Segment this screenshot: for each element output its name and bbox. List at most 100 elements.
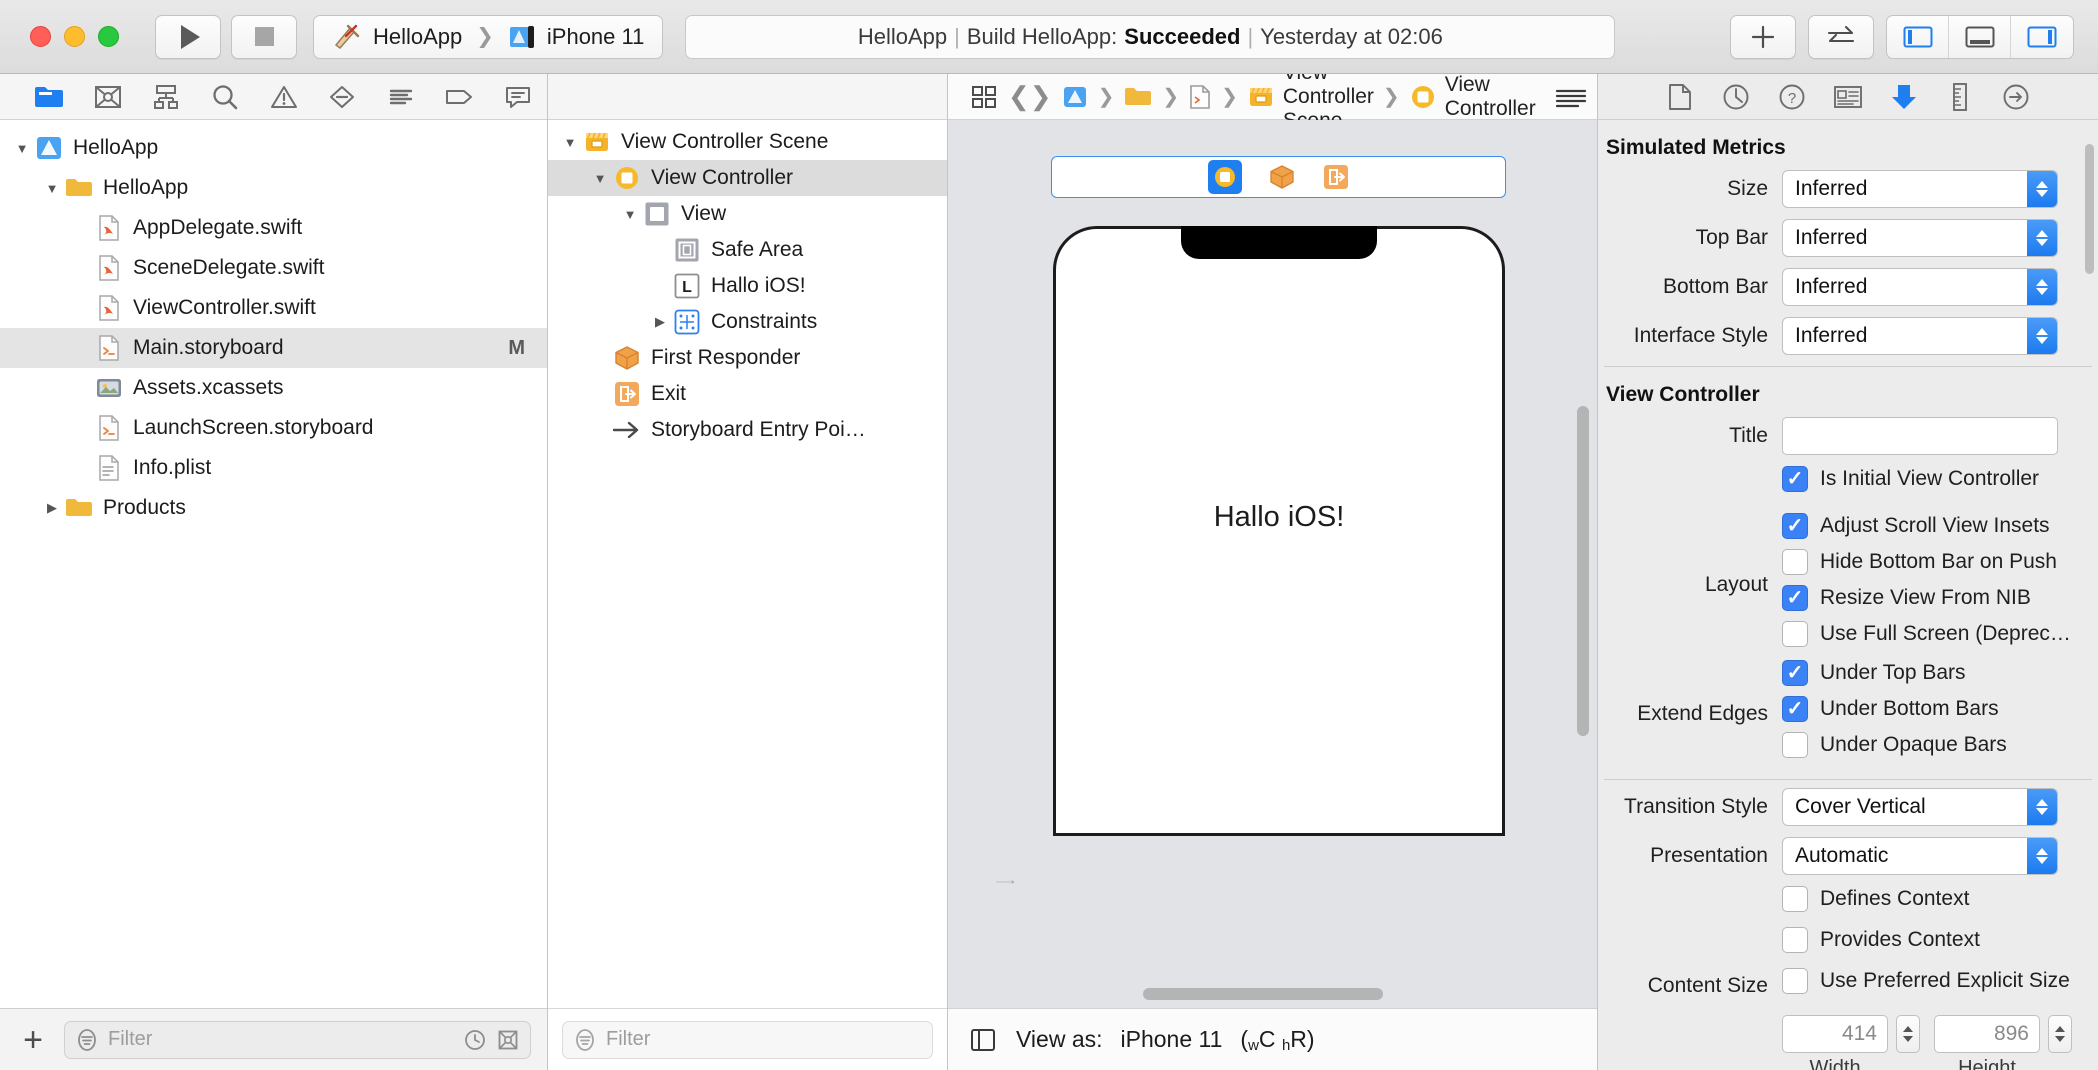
transition-style-popup[interactable]: Cover Vertical [1782, 788, 2058, 826]
identity-inspector-icon[interactable] [1820, 75, 1876, 119]
find-navigator-icon[interactable] [196, 75, 255, 119]
toggle-navigator-button[interactable] [1887, 15, 1949, 58]
source-control-navigator-icon[interactable] [79, 75, 138, 119]
use-preferred-size-checkbox[interactable] [1782, 968, 1808, 994]
test-navigator-icon[interactable] [313, 75, 372, 119]
toggle-debug-area-button[interactable] [1949, 15, 2011, 58]
checkbox-row[interactable]: Under Bottom Bars [1782, 696, 2007, 722]
checkbox-row[interactable]: Under Opaque Bars [1782, 732, 2007, 758]
tree-row[interactable]: ▼ View Controller Scene [548, 124, 947, 160]
tree-row[interactable]: ▶Safe Area [548, 232, 947, 268]
defines-context-checkbox-row[interactable]: Defines Context [1782, 886, 1969, 912]
disclosure-triangle-open[interactable]: ▼ [40, 181, 64, 196]
issue-navigator-icon[interactable] [254, 75, 313, 119]
metric-popup-bottom-bar[interactable]: Inferred [1782, 268, 2058, 306]
provides-context-checkbox-row[interactable]: Provides Context [1782, 927, 1980, 953]
tree-row[interactable]: ▶AppDelegate.swift [0, 208, 547, 248]
is-initial-checkbox[interactable] [1782, 466, 1808, 492]
add-editor-button[interactable] [1730, 14, 1796, 59]
height-value[interactable]: 896 [1934, 1015, 2040, 1053]
disclosure-triangle-open[interactable]: ▼ [10, 141, 34, 156]
tree-row[interactable]: ▶ViewController.swift [0, 288, 547, 328]
presentation-popup[interactable]: Automatic [1782, 837, 2058, 875]
size-class-description[interactable]: (wC hR) [1240, 1026, 1314, 1054]
tree-row[interactable]: ▶SceneDelegate.swift [0, 248, 547, 288]
exit-dock-icon[interactable] [1322, 163, 1350, 191]
metric-popup-top-bar[interactable]: Inferred [1782, 219, 2058, 257]
zoom-window-button[interactable] [98, 26, 119, 47]
checkbox-row[interactable]: Under Top Bars [1782, 660, 2007, 686]
project-navigator-icon[interactable] [20, 75, 79, 119]
file-inspector-icon[interactable] [1652, 75, 1708, 119]
chevron-updown-icon[interactable] [2027, 318, 2057, 354]
canvas-horizontal-scrollbar[interactable] [1143, 988, 1383, 1000]
checkbox[interactable] [1782, 732, 1808, 758]
tree-row[interactable]: ▼ View Controller [548, 160, 947, 196]
chevron-updown-icon[interactable] [2027, 838, 2057, 874]
attributes-inspector-icon[interactable] [1876, 75, 1932, 119]
editor-layout-button[interactable] [1545, 77, 1597, 117]
breakpoint-navigator-icon[interactable] [430, 75, 489, 119]
document-outline-tree[interactable]: ▼ View Controller Scene ▼ View Controller ▼ V… [548, 120, 947, 1008]
is-initial-checkbox-row[interactable]: Is Initial View Controller [1782, 466, 2039, 492]
canvas-label-hallo-ios[interactable]: Hallo iOS! [1056, 501, 1502, 534]
breadcrumb-project-icon[interactable] [1052, 77, 1098, 117]
checkbox-row[interactable]: Adjust Scroll View Insets [1782, 513, 2071, 539]
tree-row[interactable]: ▼ HelloApp [0, 128, 547, 168]
disclosure-triangle-open[interactable]: ▼ [618, 207, 642, 222]
add-file-button[interactable]: + [16, 1023, 50, 1057]
canvas-vertical-scrollbar[interactable] [1577, 406, 1589, 736]
checkbox[interactable] [1782, 513, 1808, 539]
chevron-updown-icon[interactable] [2027, 171, 2057, 207]
close-window-button[interactable] [30, 26, 51, 47]
scene-dock[interactable] [1051, 156, 1506, 198]
checkbox[interactable] [1782, 660, 1808, 686]
checkbox[interactable] [1782, 696, 1808, 722]
inspector-scrollbar[interactable] [2085, 144, 2094, 274]
checkbox-row[interactable]: Resize View From NIB [1782, 585, 2071, 611]
checkbox[interactable] [1782, 621, 1808, 647]
checkbox-row[interactable]: Use Full Screen (Deprec… [1782, 621, 2071, 647]
minimize-window-button[interactable] [64, 26, 85, 47]
provides-context-checkbox[interactable] [1782, 927, 1808, 953]
tree-row[interactable]: ▶Info.plist [0, 448, 547, 488]
tree-row[interactable]: ▶Storyboard Entry Poi… [548, 412, 947, 448]
iphone-canvas-device[interactable]: Hallo iOS! [1053, 226, 1505, 836]
breadcrumb-scene[interactable]: View Controller Scene [1238, 61, 1383, 132]
source-control-filter-icon[interactable] [496, 1028, 520, 1052]
activity-status-bar[interactable]: HelloApp | Build HelloApp: Succeeded | Y… [685, 14, 1616, 59]
tree-row[interactable]: ▶LHallo iOS! [548, 268, 947, 304]
tree-row[interactable]: ▶Main.storyboardM [0, 328, 547, 368]
run-button[interactable] [155, 14, 221, 59]
project-file-tree[interactable]: ▼HelloApp▼HelloApp▶AppDelegate.swift▶Sce… [0, 120, 547, 1008]
height-stepper[interactable] [2048, 1015, 2072, 1053]
title-input[interactable] [1782, 417, 2058, 455]
navigator-filter-field[interactable]: Filter [64, 1020, 531, 1059]
first-responder-dock-icon[interactable] [1268, 163, 1296, 191]
tree-row[interactable]: ▼ HelloApp [0, 168, 547, 208]
view-controller-dock-icon[interactable] [1207, 160, 1242, 194]
stop-button[interactable] [231, 14, 297, 59]
attributes-inspector-content[interactable]: Simulated Metrics Size Inferred Top Bar Inf… [1598, 120, 2098, 1070]
toggle-document-outline-icon[interactable] [968, 1025, 998, 1055]
back-button[interactable]: ❮ [1008, 81, 1030, 112]
recent-files-filter-icon[interactable] [463, 1028, 487, 1052]
tree-row[interactable]: ▶ Constraints [548, 304, 947, 340]
size-inspector-icon[interactable] [1932, 75, 1988, 119]
metric-popup-size[interactable]: Inferred [1782, 170, 2058, 208]
chevron-updown-icon[interactable] [2027, 220, 2057, 256]
tree-row[interactable]: ▼ View [548, 196, 947, 232]
connections-inspector-icon[interactable] [1988, 75, 2044, 119]
editor-options-button[interactable] [1808, 14, 1874, 59]
checkbox-row[interactable]: Hide Bottom Bar on Push [1782, 549, 2071, 575]
history-inspector-icon[interactable] [1708, 75, 1764, 119]
disclosure-triangle-closed[interactable]: ▶ [648, 314, 672, 330]
checkbox[interactable] [1782, 549, 1808, 575]
view-as-device[interactable]: iPhone 11 [1121, 1026, 1223, 1053]
related-items-button[interactable] [960, 77, 1008, 117]
report-navigator-icon[interactable] [489, 75, 548, 119]
debug-navigator-icon[interactable] [371, 75, 430, 119]
breadcrumb-file-icon[interactable] [1179, 77, 1221, 117]
forward-button[interactable]: ❯ [1030, 81, 1052, 112]
tree-row[interactable]: ▶Exit [548, 376, 947, 412]
